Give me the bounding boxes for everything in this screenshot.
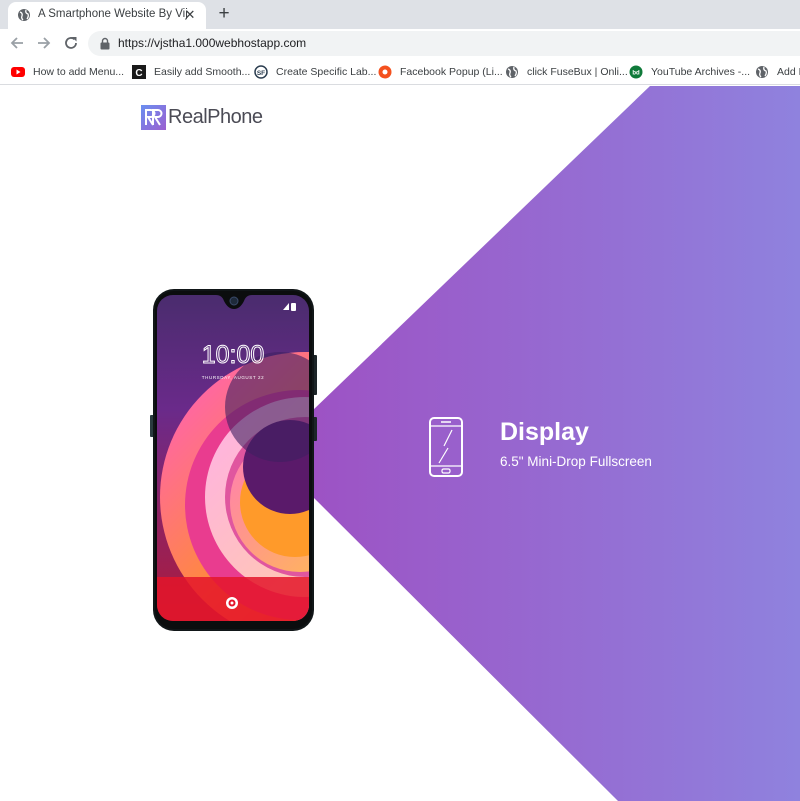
orange-circle-icon [378, 65, 392, 78]
bookmark-label: Facebook Popup (Li... [400, 65, 503, 78]
bookmark-label: click FuseBux | Onli... [527, 65, 628, 78]
svg-text:SF: SF [257, 70, 265, 77]
globe-icon [18, 9, 30, 21]
bookmark-item[interactable]: SF Create Specific Lab... [254, 63, 376, 80]
bookmark-item[interactable]: Add E [755, 63, 800, 80]
forward-arrow-icon[interactable] [34, 33, 54, 53]
url-text: https://vjstha1.000webhostapp.com [118, 36, 307, 50]
bookmark-label: How to add Menu... [33, 65, 125, 78]
phone-clock: 10:00 [202, 341, 265, 369]
browser-tab[interactable]: A Smartphone Website By Vijay ✕ [8, 2, 206, 29]
reload-icon[interactable] [61, 33, 81, 53]
sf-logo-icon: SF [254, 64, 268, 79]
phone-outline-icon [429, 417, 463, 477]
bd-logo-icon: bd [629, 65, 643, 78]
bookmark-label: YouTube Archives -... [651, 65, 751, 78]
bookmarks-bar: How to add Menu... C Easily add Smooth..… [0, 58, 800, 85]
close-tab-icon[interactable]: ✕ [182, 7, 198, 23]
youtube-icon [11, 66, 25, 77]
brand-name: RealPhone [168, 105, 263, 128]
bookmark-label: Add E [777, 65, 800, 78]
c-logo-icon: C [132, 64, 146, 79]
bookmark-item[interactable]: Facebook Popup (Li... [378, 63, 503, 80]
bookmark-label: Create Specific Lab... [276, 65, 377, 78]
smartphone-image: 10:00 THURSDAY, AUGUST 22 [150, 289, 317, 631]
bookmark-item[interactable]: bd YouTube Archives -... [629, 63, 750, 80]
bookmark-item[interactable]: How to add Menu... [11, 63, 124, 80]
web-page: RealPhone 10:00 THURSDAY, AUGUST 22 Disp… [0, 86, 800, 801]
back-arrow-icon[interactable] [7, 33, 27, 53]
new-tab-button[interactable]: + [214, 4, 234, 24]
lock-icon [100, 37, 110, 50]
site-logo[interactable]: RealPhone [141, 104, 263, 130]
feature-subtitle: 6.5" Mini-Drop Fullscreen [500, 454, 652, 469]
purple-background-shape [312, 86, 800, 801]
globe-icon [506, 65, 518, 78]
phone-date: THURSDAY, AUGUST 22 [202, 375, 264, 380]
globe-icon [756, 65, 768, 78]
tab-title: A Smartphone Website By Vijay [38, 8, 188, 20]
tab-strip: A Smartphone Website By Vijay ✕ + [0, 0, 800, 29]
browser-chrome: A Smartphone Website By Vijay ✕ + https:… [0, 0, 800, 86]
bookmark-item[interactable]: click FuseBux | Onli... [505, 63, 628, 80]
svg-text:bd: bd [632, 70, 640, 76]
feature-title: Display [500, 418, 589, 446]
toolbar: https://vjstha1.000webhostapp.com [0, 29, 800, 58]
realphone-logo-icon [141, 104, 166, 130]
address-bar[interactable]: https://vjstha1.000webhostapp.com [88, 31, 800, 56]
svg-text:C: C [135, 68, 142, 79]
bookmark-item[interactable]: C Easily add Smooth... [132, 63, 250, 80]
bookmark-label: Easily add Smooth... [154, 65, 251, 78]
